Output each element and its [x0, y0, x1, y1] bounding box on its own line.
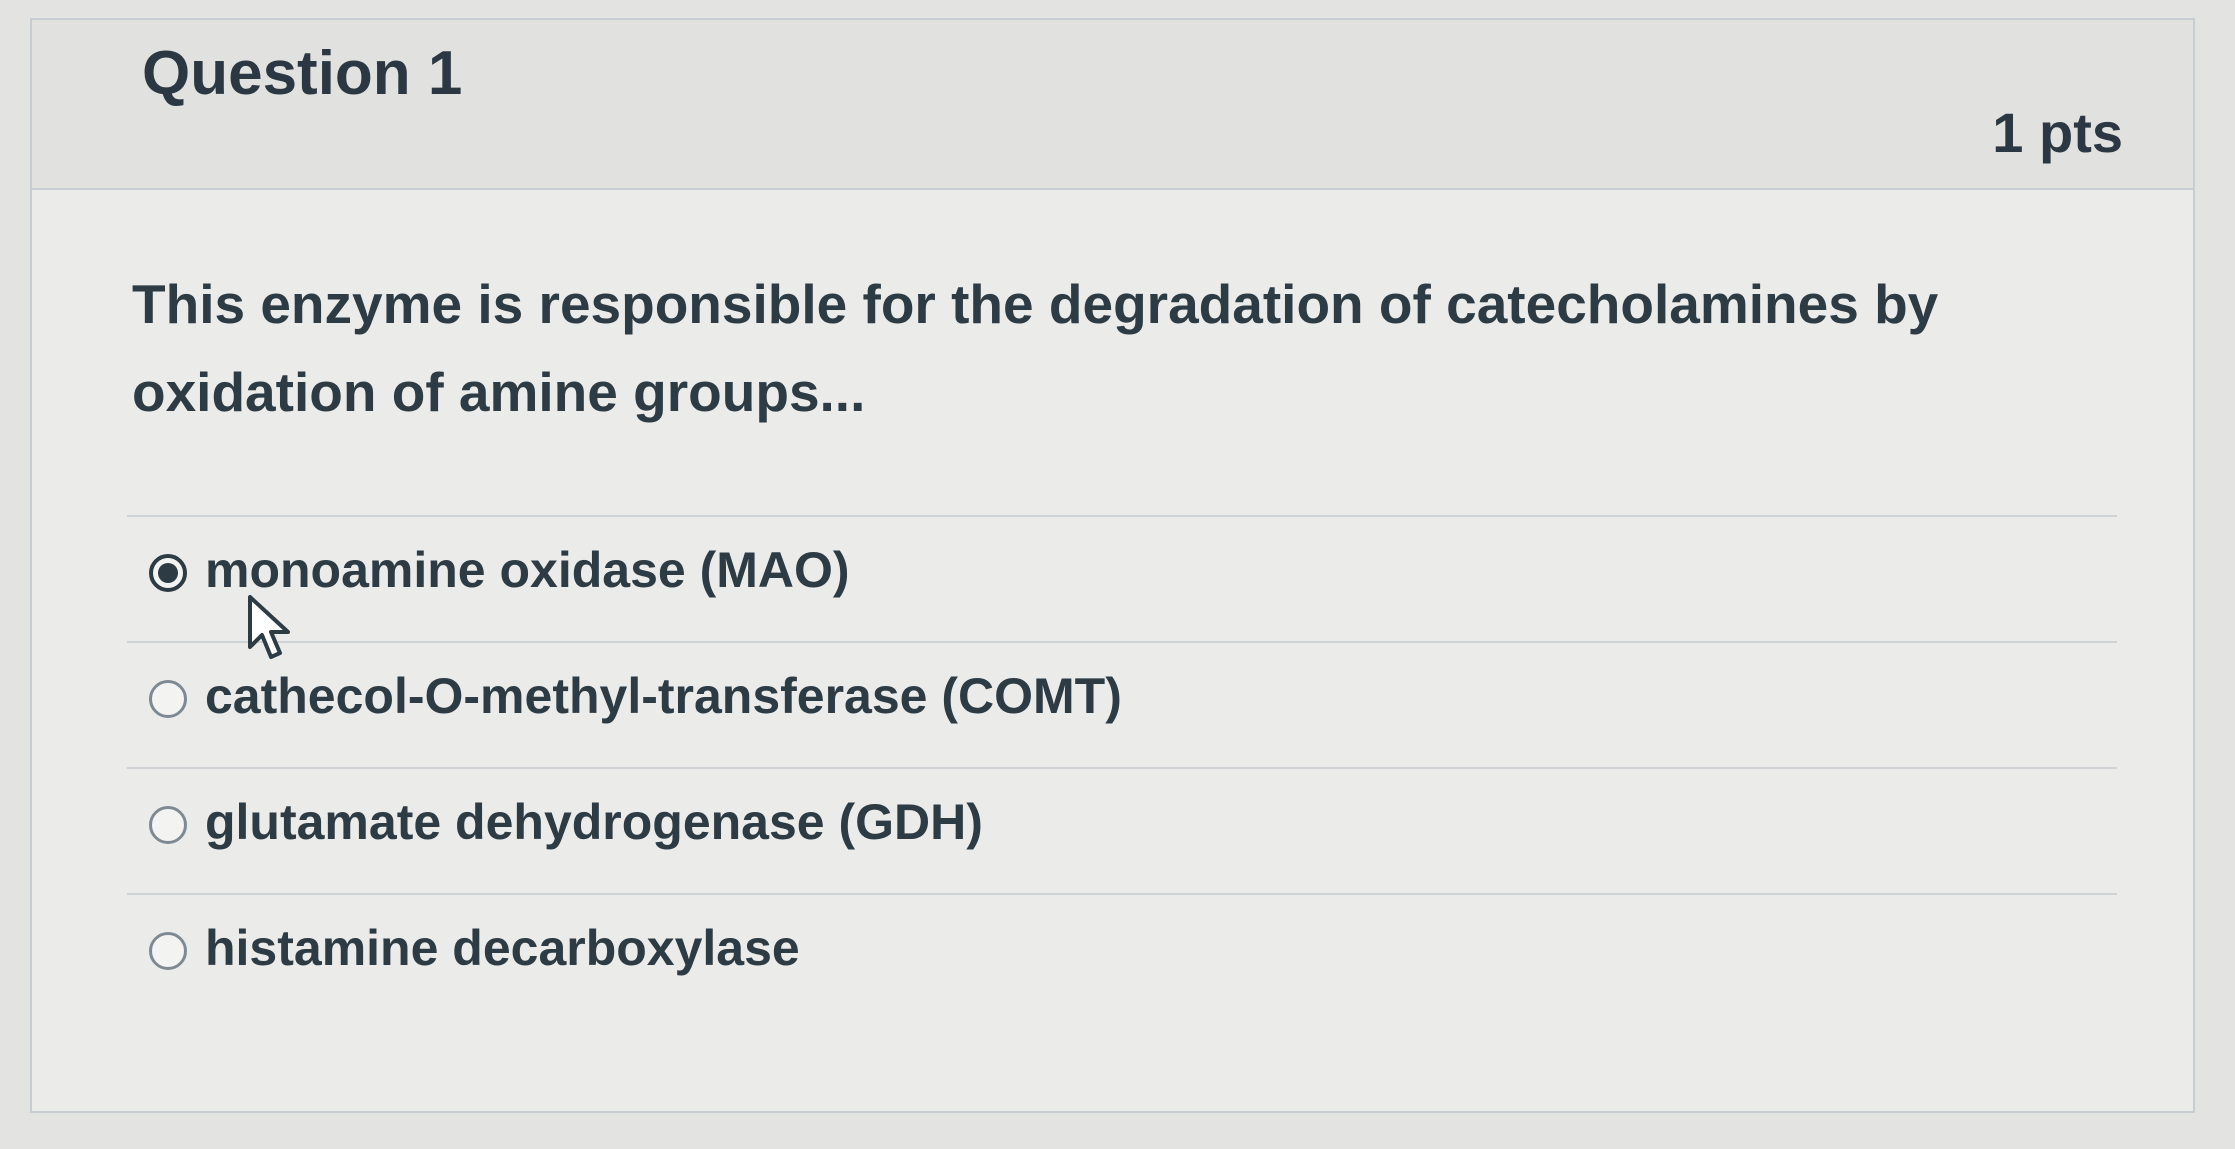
answer-label[interactable]: cathecol-O-methyl-transferase (COMT) [205, 667, 1122, 725]
question-points: 1 pts [1992, 101, 2123, 164]
answer-label[interactable]: histamine decarboxylase [205, 919, 800, 977]
answer-label[interactable]: glutamate dehydrogenase (GDH) [205, 793, 983, 851]
answer-label[interactable]: monoamine oxidase (MAO) [205, 541, 850, 599]
answer-option-histamine[interactable]: histamine decarboxylase [127, 893, 2117, 1019]
question-card: Question 1 1 pts This enzyme is responsi… [30, 18, 2195, 1113]
answer-list: monoamine oxidase (MAO) cathecol-O-methy… [127, 515, 2117, 1019]
answer-option-comt[interactable]: cathecol-O-methyl-transferase (COMT) [127, 641, 2117, 767]
question-text: This enzyme is responsible for the degra… [132, 273, 1939, 423]
radio-icon[interactable] [149, 680, 187, 718]
radio-selected-icon[interactable] [149, 554, 187, 592]
chevron-right-icon[interactable]: › [0, 25, 20, 69]
radio-icon[interactable] [149, 806, 187, 844]
answer-option-mao[interactable]: monoamine oxidase (MAO) [127, 515, 2117, 641]
question-title: Question 1 [142, 39, 463, 108]
mouse-pointer-icon [248, 595, 290, 659]
radio-icon[interactable] [149, 932, 187, 970]
question-header: Question 1 1 pts [32, 20, 2193, 190]
answer-option-gdh[interactable]: glutamate dehydrogenase (GDH) [127, 767, 2117, 893]
